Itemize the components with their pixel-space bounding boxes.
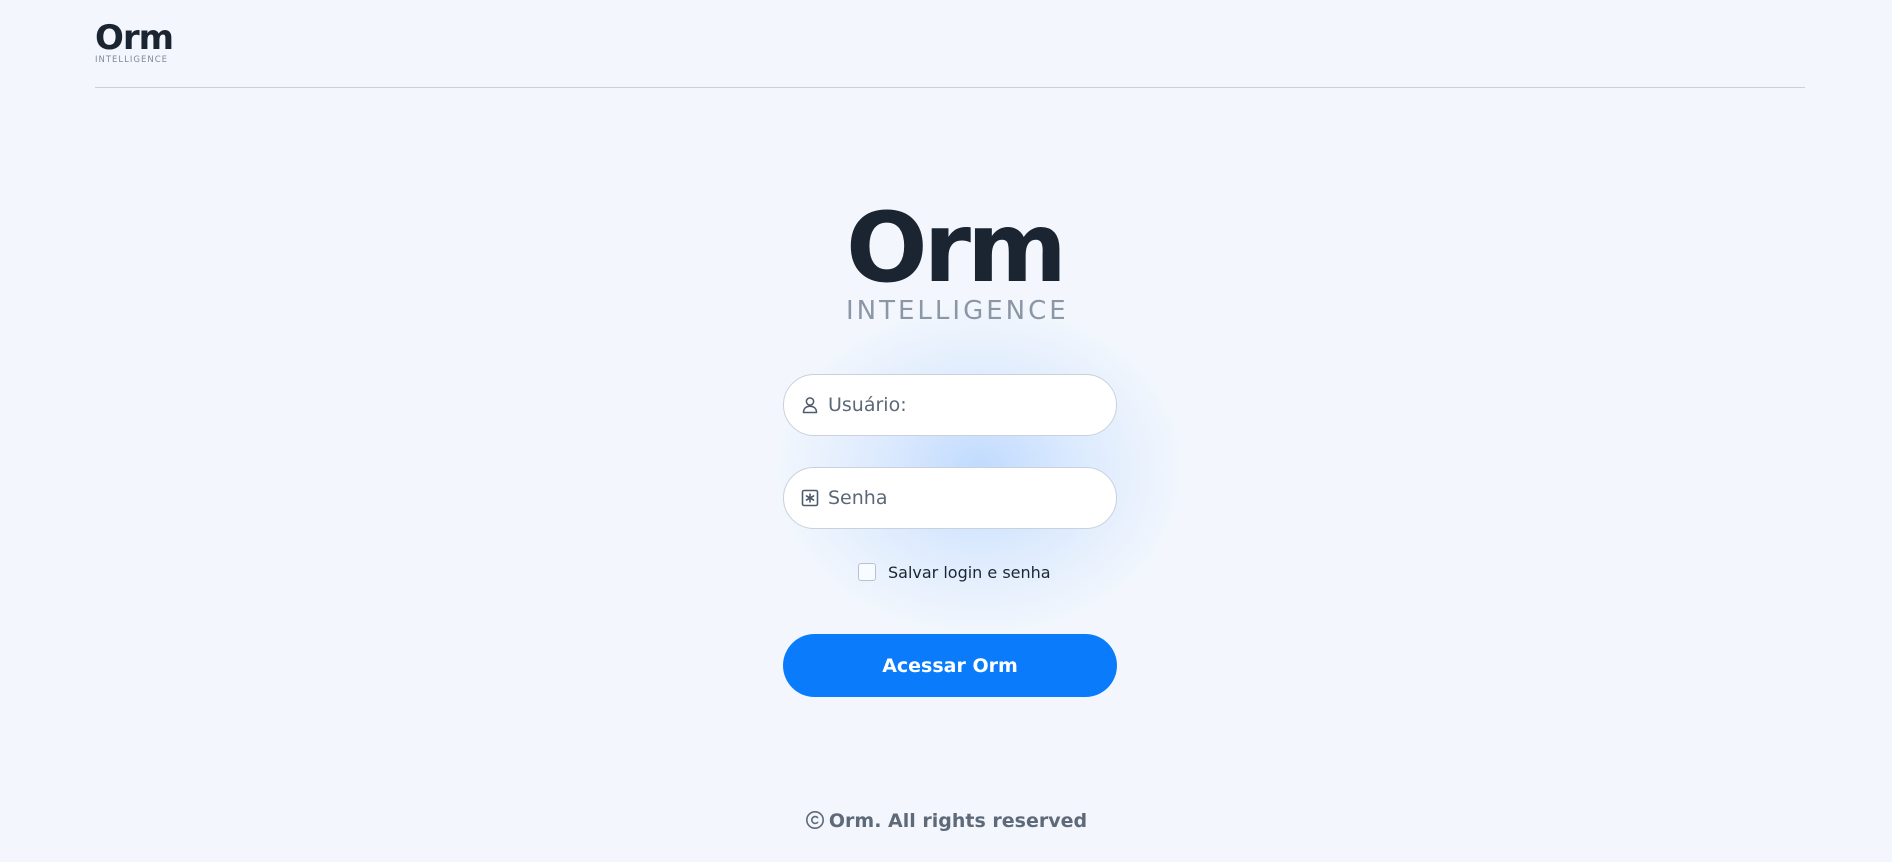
login-button[interactable]: Acessar Orm — [783, 634, 1117, 697]
user-icon — [800, 395, 820, 415]
username-field[interactable] — [783, 374, 1117, 436]
copyright-icon — [805, 810, 825, 835]
footer-text: Orm. All rights reserved — [828, 810, 1088, 832]
footer: Orm. All rights reserved — [0, 810, 1892, 835]
remember-label: Salvar login e senha — [888, 562, 1051, 582]
header-logo[interactable]: Orm INTELLIGENCE — [95, 18, 175, 65]
header-logo-subtitle: INTELLIGENCE — [95, 55, 169, 65]
asterisk-box-icon — [800, 488, 820, 508]
main-logo-subtitle: INTELLIGENCE — [846, 296, 1069, 326]
top-header: Orm INTELLIGENCE — [95, 0, 1805, 88]
main-logo: Orm INTELLIGENCE — [846, 192, 1069, 326]
username-input[interactable] — [828, 375, 1098, 435]
password-input[interactable] — [828, 468, 1098, 528]
password-field[interactable] — [783, 467, 1117, 529]
remember-checkbox[interactable] — [858, 563, 876, 581]
remember-login-option[interactable]: Salvar login e senha — [858, 561, 1051, 583]
main-logo-word: Orm — [846, 192, 1067, 304]
header-logo-word: Orm — [95, 18, 174, 58]
